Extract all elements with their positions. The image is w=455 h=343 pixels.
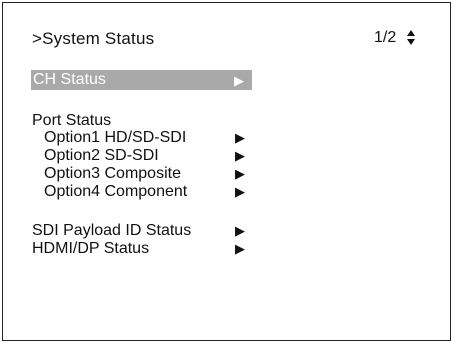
menu-item-option3[interactable]: Option3 Composite <box>44 165 181 183</box>
submenu-arrow-icon: ▶ <box>235 166 245 181</box>
port-status-heading: Port Status <box>32 112 112 129</box>
page-title: >System Status <box>32 29 155 48</box>
menu-item-option4[interactable]: Option4 Component <box>44 183 187 201</box>
submenu-arrow-icon: ▶ <box>234 73 244 88</box>
menu-screen: >System Status 1/2 CH Status ▶ Port Stat… <box>2 2 451 341</box>
menu-item-ch-status[interactable]: CH Status ▶ <box>31 70 252 90</box>
submenu-arrow-icon: ▶ <box>235 184 245 199</box>
menu-item-option1[interactable]: Option1 HD/SD-SDI <box>44 129 186 147</box>
menu-item-sdi-payload[interactable]: SDI Payload ID Status <box>32 222 191 240</box>
submenu-arrow-icon: ▶ <box>235 241 245 256</box>
scroll-up-icon <box>407 30 415 36</box>
menu-item-option2[interactable]: Option2 SD-SDI <box>44 147 159 165</box>
page-indicator: 1/2 <box>374 29 397 46</box>
submenu-arrow-icon: ▶ <box>235 148 245 163</box>
menu-item-label: CH Status <box>33 71 106 88</box>
menu-item-hdmi-dp[interactable]: HDMI/DP Status <box>32 240 149 258</box>
submenu-arrow-icon: ▶ <box>235 223 245 238</box>
submenu-arrow-icon: ▶ <box>235 130 245 145</box>
scroll-down-icon <box>407 39 415 45</box>
page-scroll-icon[interactable] <box>406 27 416 49</box>
